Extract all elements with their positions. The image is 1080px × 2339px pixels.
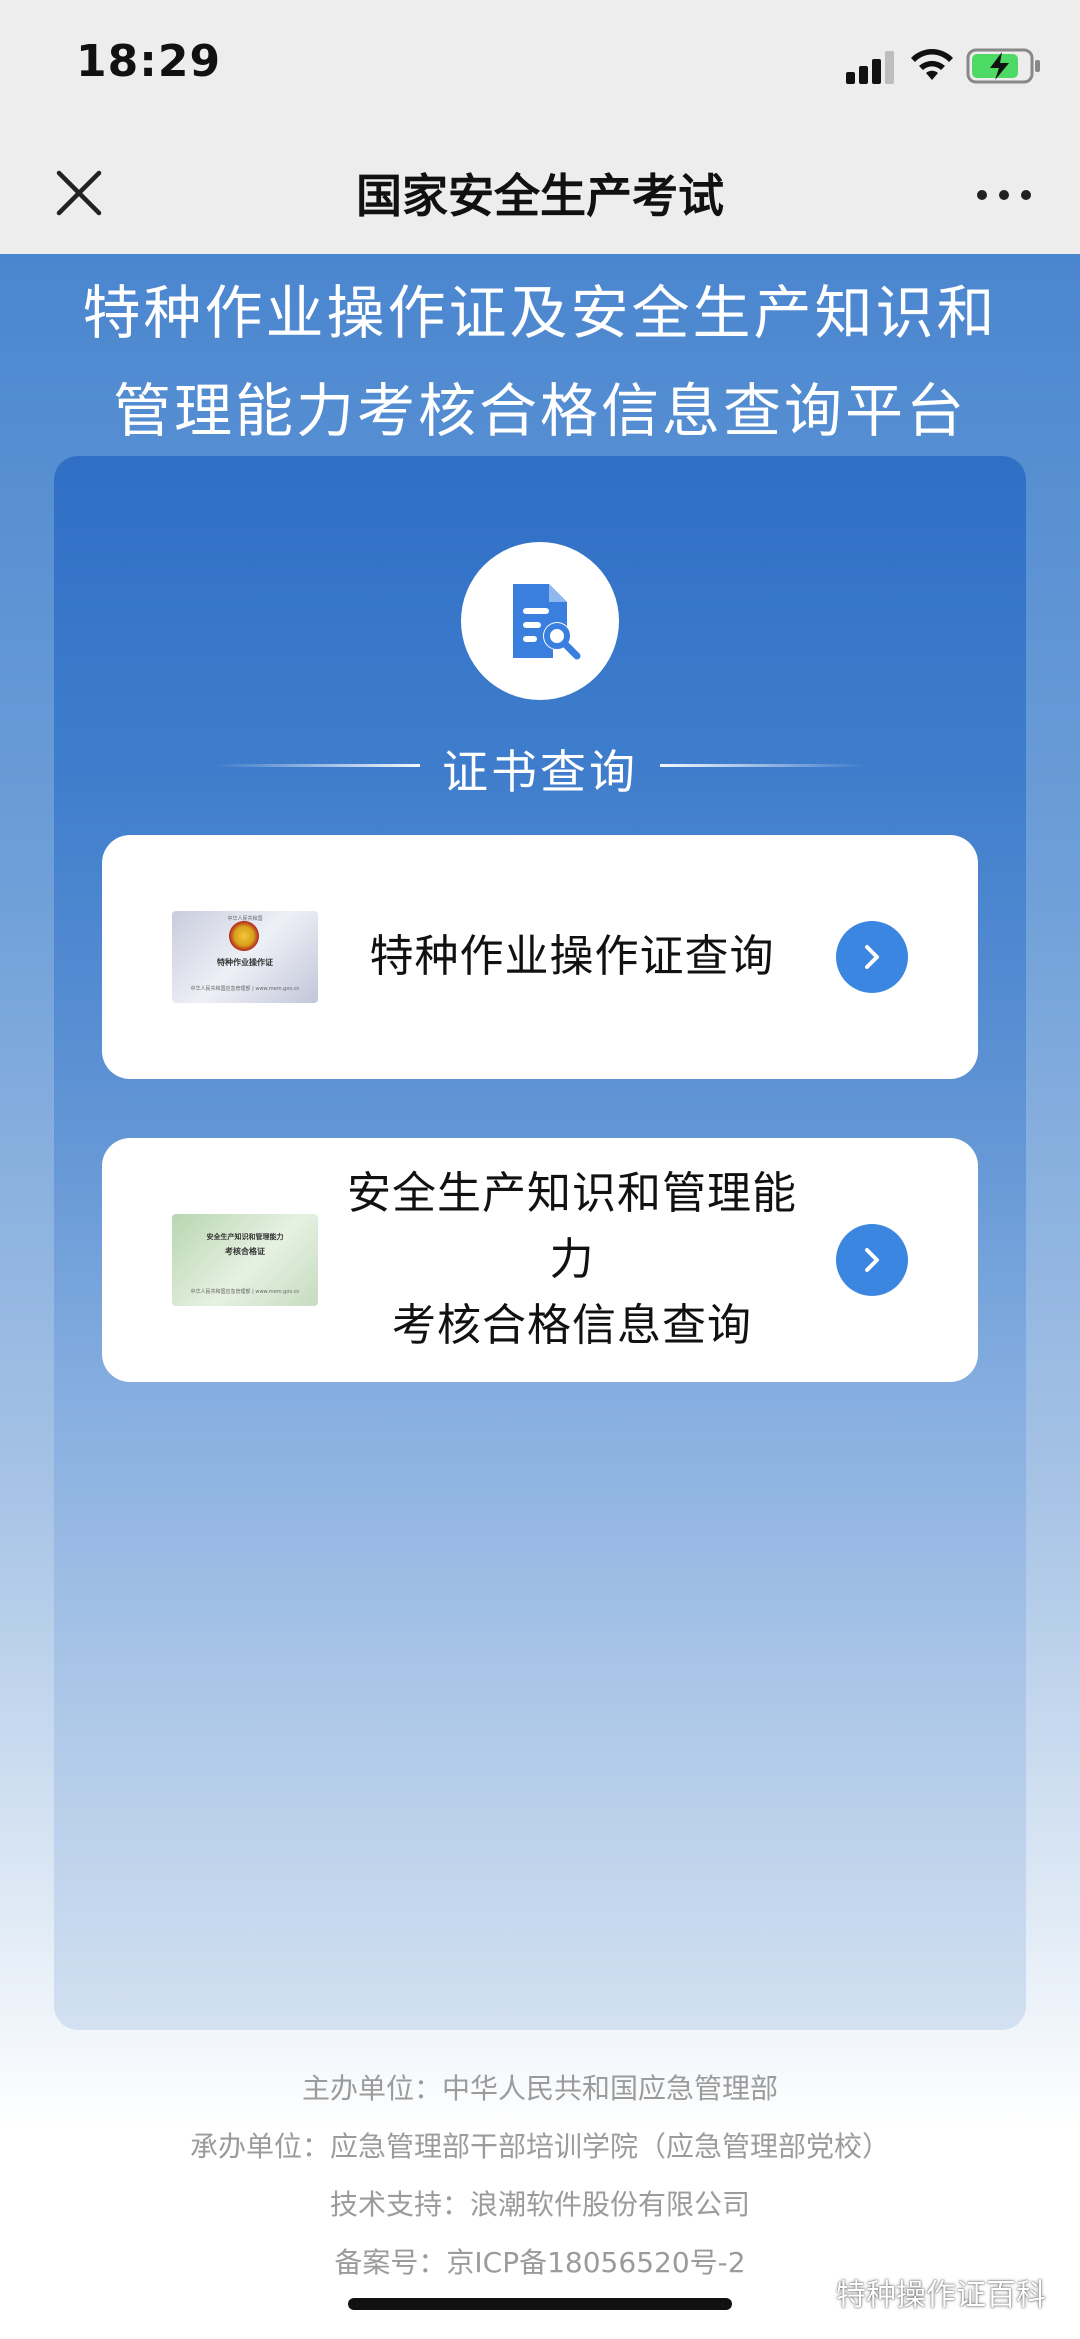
watermark-text: 特种操作证百科: [836, 2278, 1046, 2313]
chevron-right-icon: [865, 945, 879, 969]
certificate-icon-circle: [461, 542, 619, 700]
platform-title-line1: 特种作业操作证及安全生产知识和: [82, 279, 998, 347]
status-time: 18:29: [76, 36, 222, 87]
document-search-icon: [513, 584, 581, 660]
card-label-line2: 力: [549, 1234, 595, 1285]
footer-organizer: 承办单位：应急管理部干部培训学院（应急管理部党校）: [189, 2130, 890, 2163]
thumb-title: 特种作业操作证: [217, 958, 273, 967]
chevron-right-icon: [865, 1248, 879, 1272]
section-title: 证书查询: [442, 745, 638, 799]
chevron-right-button[interactable]: [836, 921, 908, 993]
card-label: 安全生产知识和管理能 力 考核合格信息查询: [342, 1138, 802, 1382]
special-operation-certificate-card[interactable]: 中华人民共和国 特种作业操作证 中华人民共和国应急管理部 | www.mem.g…: [102, 835, 978, 1079]
card-label-line3: 考核合格信息查询: [392, 1300, 752, 1351]
platform-title: 特种作业操作证及安全生产知识和 管理能力考核合格信息查询平台: [40, 264, 1040, 460]
wechat-icon: [790, 2277, 829, 2306]
card-label: 特种作业操作证查询: [342, 835, 802, 1079]
card-label-line1: 安全生产知识和管理能: [347, 1168, 797, 1219]
chevron-right-button[interactable]: [836, 1224, 908, 1296]
national-emblem-icon: [229, 921, 259, 951]
thumb-footer: 中华人民共和国应急管理部 | www.mem.gov.cn: [190, 986, 300, 992]
thumb-footer: 中华人民共和国应急管理部 | www.mem.gov.cn: [190, 1289, 300, 1295]
home-indicator[interactable]: [348, 2298, 732, 2310]
certificate-thumbnail: 安全生产知识和管理能力 考核合格证 中华人民共和国应急管理部 | www.mem…: [172, 1214, 318, 1306]
certificate-thumbnail: 中华人民共和国 特种作业操作证 中华人民共和国应急管理部 | www.mem.g…: [172, 911, 318, 1003]
nav-bar: 国家安全生产考试: [0, 136, 1080, 254]
safety-management-certificate-card[interactable]: 安全生产知识和管理能力 考核合格证 中华人民共和国应急管理部 | www.mem…: [102, 1138, 978, 1382]
status-bar: 18:29: [0, 0, 1080, 136]
footer-tech-support: 技术支持：浪潮软件股份有限公司: [329, 2188, 750, 2221]
cellular-signal-icon: [846, 50, 896, 84]
footer-sponsor: 主办单位：中华人民共和国应急管理部: [301, 2072, 778, 2105]
battery-charging-icon: [966, 48, 1040, 84]
wifi-icon: [911, 49, 953, 80]
footer: 主办单位：中华人民共和国应急管理部 承办单位：应急管理部干部培训学院（应急管理部…: [0, 2060, 1080, 2292]
watermark: 特种操作证百科: [790, 2270, 1046, 2314]
thumb-subtitle: 考核合格证: [225, 1247, 265, 1256]
section-divider-right: [660, 764, 864, 767]
page-title: 国家安全生产考试: [356, 169, 724, 223]
section-header: 证书查询: [200, 730, 880, 800]
more-dots-icon[interactable]: [974, 186, 1034, 204]
card-label-text: 特种作业操作证查询: [369, 931, 775, 982]
thumb-title: 安全生产知识和管理能力: [206, 1233, 284, 1241]
platform-title-line2: 管理能力考核合格信息查询平台: [112, 377, 967, 445]
